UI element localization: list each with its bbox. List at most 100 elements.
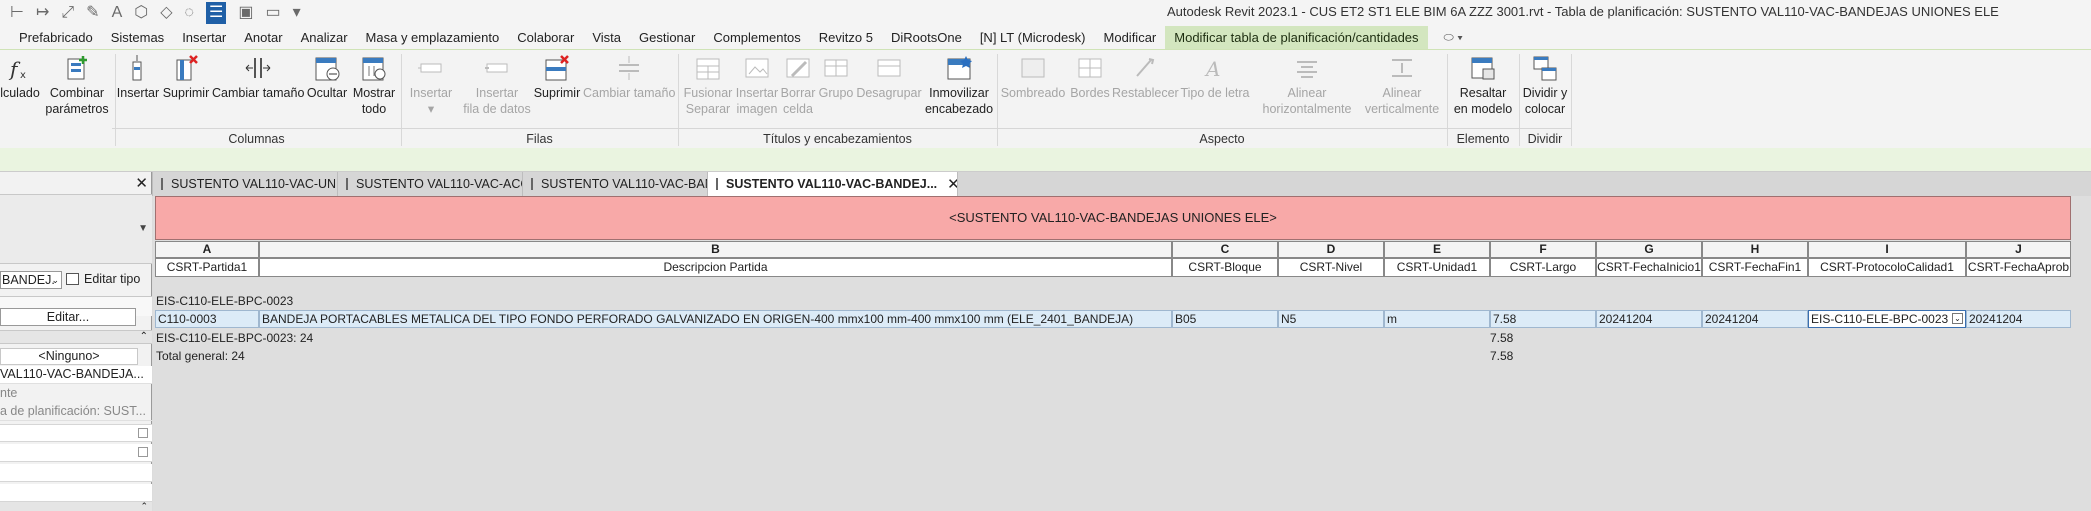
menu-dirootsone[interactable]: DiRootsOne xyxy=(882,26,971,49)
table-cell[interactable]: N5 xyxy=(1278,310,1384,328)
column-name-fecha-fin[interactable]: CSRT-FechaFin1 xyxy=(1702,258,1808,277)
insert-image-button[interactable]: Insertar imagen xyxy=(735,54,779,128)
insert-row-button[interactable]: Insertar ▾ xyxy=(404,54,458,128)
column-name-unidad[interactable]: CSRT-Unidad1 xyxy=(1384,258,1490,277)
table-cell[interactable]: 7.58 xyxy=(1490,310,1596,328)
combine-parameters-button[interactable]: Combinar parámetros xyxy=(40,54,114,128)
menu-colaborar[interactable]: Colaborar xyxy=(508,26,583,49)
align-vertical-button[interactable]: Alinear verticalmente xyxy=(1364,54,1440,128)
reset-button[interactable]: Restablecer xyxy=(1112,54,1179,128)
merge-button[interactable]: Fusionar Separar xyxy=(682,54,734,128)
menu-vista[interactable]: Vista xyxy=(583,26,630,49)
menu-lt-microdesk[interactable]: [N] LT (Microdesk) xyxy=(971,26,1095,49)
column-header-c[interactable]: C xyxy=(1172,241,1278,258)
column-name-descripcion[interactable]: Descripcion Partida xyxy=(259,258,1172,277)
menu-complementos[interactable]: Complementos xyxy=(704,26,809,49)
menu-anotar[interactable]: Anotar xyxy=(235,26,291,49)
split-and-place-button[interactable]: Dividir y colocar xyxy=(1521,54,1569,128)
align-icon[interactable]: ⊢ xyxy=(10,2,24,24)
3d-view-icon[interactable]: ⬡ xyxy=(134,2,148,24)
tab-schedule-bandejas-uniones[interactable]: SUSTENTO VAL110-VAC-BANDEJ... ✕ xyxy=(708,172,958,196)
insert-data-row-button[interactable]: Insertar fila de datos xyxy=(460,54,534,128)
menu-analizar[interactable]: Analizar xyxy=(292,26,357,49)
column-name-largo[interactable]: CSRT-Largo xyxy=(1490,258,1596,277)
column-header-g[interactable]: G xyxy=(1596,241,1702,258)
section-icon[interactable]: ◇ xyxy=(160,2,172,24)
type-selector[interactable]: BANDEJ. ⌄ xyxy=(0,271,62,289)
dropdown-icon[interactable]: ▾ xyxy=(293,2,301,24)
insert-column-button[interactable]: Insertar xyxy=(116,54,160,128)
menu-masa-y-emplazamiento[interactable]: Masa y emplazamiento xyxy=(357,26,509,49)
tag-icon[interactable]: ✎ xyxy=(86,2,99,24)
show-all-button[interactable]: Mostrar todo xyxy=(350,54,398,128)
menu-sistemas[interactable]: Sistemas xyxy=(102,26,173,49)
column-name-bloque[interactable]: CSRT-Bloque xyxy=(1172,258,1278,277)
phase-field[interactable]: <Ninguno> xyxy=(0,348,138,365)
highlight-in-model-button[interactable]: Resaltar en modelo xyxy=(1449,54,1517,128)
collapse-icon[interactable]: ⌃ xyxy=(0,502,152,511)
close-icon[interactable]: ✕ xyxy=(947,175,957,193)
ungroup-button[interactable]: Desagrupar xyxy=(856,54,922,128)
window-icon[interactable]: ▭ xyxy=(266,2,281,24)
tab-schedule-bandejas[interactable]: SUSTENTO VAL110-VAC-BANDEJAS... xyxy=(523,172,708,196)
tab-schedule-uniones[interactable]: SUSTENTO VAL110-VAC-UNIONES... xyxy=(153,172,338,196)
table-cell[interactable]: C110-0003 xyxy=(155,310,259,328)
table-cell[interactable]: BANDEJA PORTACABLES METALICA DEL TIPO FO… xyxy=(259,310,1172,328)
column-name-fecha-inicio[interactable]: CSRT-FechaInicio1 xyxy=(1596,258,1702,277)
menu-prefabricado[interactable]: Prefabricado xyxy=(0,26,102,49)
delete-column-button[interactable]: Suprimir xyxy=(161,54,211,128)
column-name-fecha-aprob[interactable]: CSRT-FechaAprob xyxy=(1966,258,2071,277)
menu-insertar[interactable]: Insertar xyxy=(173,26,235,49)
text-icon[interactable]: A xyxy=(112,2,123,24)
chevron-down-icon[interactable]: ▼ xyxy=(138,223,148,234)
model-icon[interactable]: ◌ xyxy=(185,2,195,24)
column-header-a[interactable]: A xyxy=(155,241,259,258)
menu-modificar-tabla[interactable]: Modificar tabla de planificación/cantida… xyxy=(1165,26,1428,49)
menu-gestionar[interactable]: Gestionar xyxy=(630,26,704,49)
freeze-header-button[interactable]: Inmovilizar encabezado xyxy=(922,54,996,128)
borders-button[interactable]: Bordes xyxy=(1068,54,1112,128)
group-header[interactable]: EIS-C110-ELE-BPC-0023 xyxy=(156,294,293,308)
checkbox[interactable] xyxy=(138,447,148,457)
close-icon[interactable]: ✕ xyxy=(0,174,152,194)
column-header-b[interactable]: B xyxy=(259,241,1172,258)
column-header-j[interactable]: J xyxy=(1966,241,2071,258)
spot-icon[interactable]: ⤢ xyxy=(61,2,74,24)
clear-cell-button[interactable]: Borrar celda xyxy=(780,54,816,128)
checkbox[interactable] xyxy=(138,428,148,438)
edit-button[interactable]: Editar... xyxy=(0,308,136,326)
column-name-nivel[interactable]: CSRT-Nivel xyxy=(1278,258,1384,277)
table-cell[interactable]: 20241204 xyxy=(1702,310,1808,328)
schedule-name-field[interactable]: VAL110-VAC-BANDEJA... xyxy=(0,366,152,384)
menu-revitzo[interactable]: Revitzo 5 xyxy=(810,26,882,49)
shading-button[interactable]: Sombreado xyxy=(1000,54,1066,128)
column-header-d[interactable]: D xyxy=(1278,241,1384,258)
resize-row-button[interactable]: Cambiar tamaño xyxy=(583,54,675,128)
table-cell[interactable]: 20241204 xyxy=(1596,310,1702,328)
column-header-h[interactable]: H xyxy=(1702,241,1808,258)
dimension-icon[interactable]: ↦ xyxy=(36,2,49,24)
font-button[interactable]: A Tipo de letra xyxy=(1178,54,1252,128)
menu-modificar[interactable]: Modificar xyxy=(1095,26,1166,49)
chevron-down-icon[interactable]: ⌄ xyxy=(1952,313,1963,324)
table-cell[interactable]: B05 xyxy=(1172,310,1278,328)
collapse-icon[interactable]: ⌃ xyxy=(0,330,152,344)
column-header-i[interactable]: I xyxy=(1808,241,1966,258)
switch-windows-icon[interactable]: ☰ xyxy=(206,2,227,24)
group-button[interactable]: Grupo xyxy=(816,54,856,128)
tab-schedule-accesorios[interactable]: SUSTENTO VAL110-VAC-ACCESORI... xyxy=(338,172,523,196)
hide-column-button[interactable]: Ocultar xyxy=(305,54,349,128)
column-name-protocolo-calidad[interactable]: CSRT-ProtocoloCalidad1 xyxy=(1808,258,1966,277)
selected-cell-dropdown[interactable]: EIS-C110-ELE-BPC-0023 ⌄ xyxy=(1808,310,1966,328)
table-cell[interactable]: 20241204 xyxy=(1966,310,2071,328)
table-cell[interactable]: m xyxy=(1384,310,1490,328)
edit-type-button[interactable]: Editar tipo xyxy=(66,271,140,289)
calculated-button[interactable]: fx lculado xyxy=(0,54,40,128)
align-horizontal-button[interactable]: Alinear horizontalmente xyxy=(1260,54,1354,128)
thin-lines-icon[interactable]: ▣ xyxy=(238,2,253,24)
column-header-f[interactable]: F xyxy=(1490,241,1596,258)
column-name-partida[interactable]: CSRT-Partida1 xyxy=(155,258,259,277)
delete-row-button[interactable]: Suprimir xyxy=(533,54,581,128)
ribbon-options-icon[interactable]: ⬭ ▾ xyxy=(1444,26,1463,49)
column-header-e[interactable]: E xyxy=(1384,241,1490,258)
